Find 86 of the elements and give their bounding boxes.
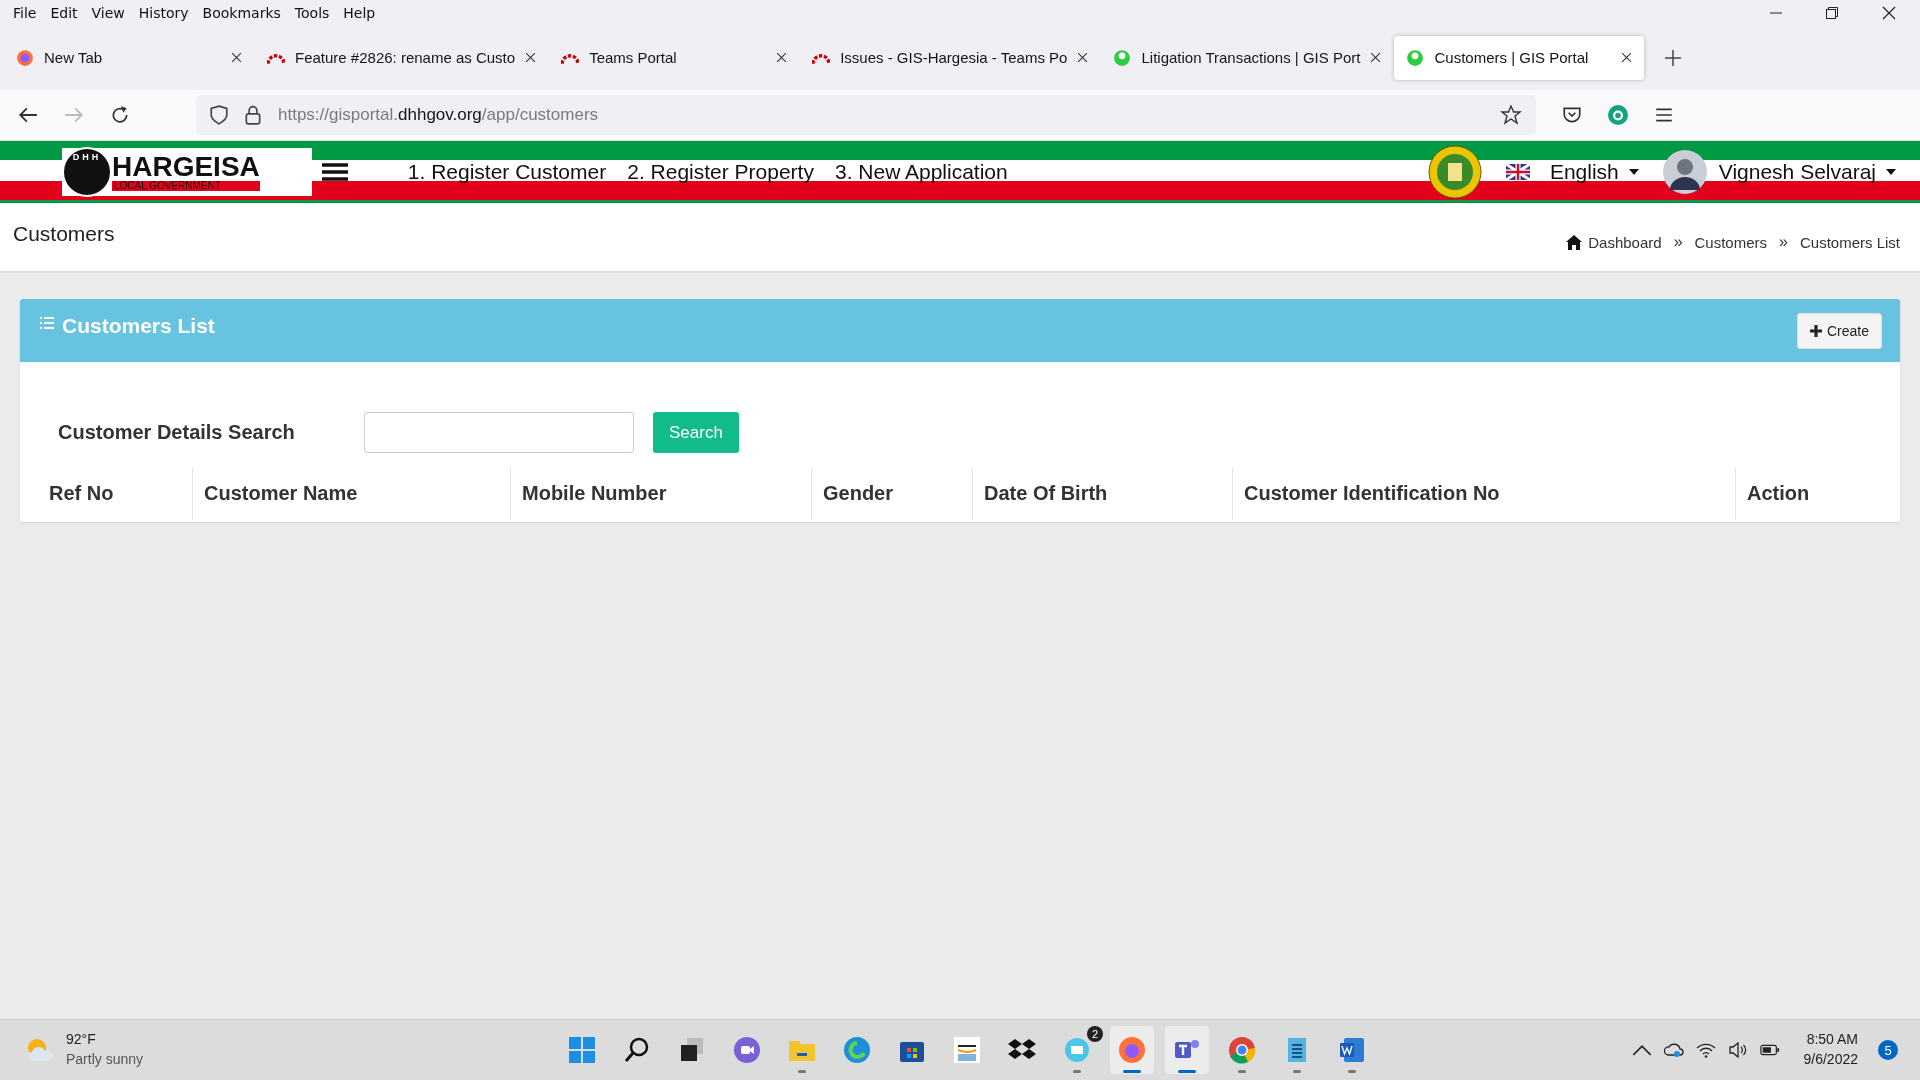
browser-tab[interactable]: Feature #2826: rename as Custo: [255, 35, 549, 80]
cloud-icon[interactable]: [1663, 1042, 1684, 1058]
nav-link[interactable]: 3. New Application: [834, 160, 1008, 184]
column-header: Mobile Number: [510, 468, 811, 520]
emblem-icon: [1427, 145, 1482, 199]
column-header: Gender: [811, 468, 972, 520]
task-view-icon: [678, 1036, 706, 1064]
menu-item[interactable]: History: [131, 4, 196, 21]
shield-icon: [210, 105, 228, 125]
video-chat-icon: [733, 1036, 761, 1064]
notification-count[interactable]: 5: [1878, 1040, 1898, 1060]
close-icon[interactable]: [525, 52, 537, 63]
star-icon[interactable]: [1500, 105, 1522, 125]
column-header: Customer Name: [192, 468, 510, 520]
panel-title: Customers List: [62, 313, 215, 338]
menu-item[interactable]: Help: [336, 4, 383, 21]
wifi-icon[interactable]: [1695, 1042, 1716, 1058]
url-text: https://gisportal.dhhgov.org/app/customers: [278, 105, 599, 125]
browser-tab[interactable]: Issues - GIS-Hargesia - Teams Po: [800, 35, 1101, 80]
browser-tab[interactable]: Litigation Transactions | GIS Port: [1101, 35, 1394, 80]
menu-item[interactable]: Bookmarks: [195, 4, 288, 21]
menu-item[interactable]: Tools: [287, 4, 337, 21]
search-label: Customer Details Search: [58, 421, 296, 444]
extension-icon[interactable]: [1608, 105, 1628, 125]
reload-icon[interactable]: [110, 105, 130, 125]
speaker-icon[interactable]: [1727, 1042, 1748, 1058]
nav-link[interactable]: 1. Register Customer: [407, 160, 607, 184]
notification-badge: 2: [1087, 1026, 1103, 1042]
menu-item[interactable]: View: [84, 4, 132, 21]
back-icon[interactable]: [18, 105, 38, 125]
menu-item[interactable]: File: [6, 4, 44, 21]
battery-icon[interactable]: [1759, 1042, 1780, 1058]
search-icon: [623, 1036, 651, 1064]
browser-tab[interactable]: Customers | GIS Portal: [1394, 35, 1645, 80]
browser-tab[interactable]: Teams Portal: [549, 35, 800, 80]
user-dropdown[interactable]: Vignesh Selvaraj: [1718, 160, 1876, 184]
close-icon[interactable]: [1882, 5, 1896, 20]
document-app-icon: [1338, 1036, 1366, 1064]
breadcrumb-separator: »: [1779, 233, 1788, 251]
language-dropdown[interactable]: English: [1549, 160, 1619, 184]
flag-icon: [1505, 164, 1530, 180]
close-icon[interactable]: [1370, 52, 1382, 63]
address-bar[interactable]: https://gisportal.dhhgov.org/app/customers: [196, 95, 1536, 135]
logo-title: HARGEISA: [112, 153, 260, 181]
plus-icon[interactable]: [1665, 49, 1682, 66]
close-icon[interactable]: [231, 52, 242, 63]
column-header: Date Of Birth: [972, 468, 1232, 520]
windows-logo-icon: [568, 1036, 596, 1064]
menu-icon[interactable]: [321, 163, 348, 181]
page-title: Customers: [13, 222, 115, 247]
browser-logo-icon: [1118, 1036, 1146, 1064]
home-icon: [1566, 234, 1583, 250]
close-icon[interactable]: [1621, 52, 1633, 63]
avatar-icon: [1662, 150, 1707, 194]
caret-icon[interactable]: [1628, 169, 1639, 175]
pocket-icon[interactable]: [1562, 105, 1582, 125]
list-icon: [40, 316, 54, 329]
clock[interactable]: 8:50 AM 9/6/2022: [1803, 1030, 1858, 1070]
browser-logo-icon: [16, 48, 34, 67]
close-icon[interactable]: [776, 52, 788, 63]
caret-icon[interactable]: [1886, 169, 1896, 175]
logo-subtitle: LOCAL GOVERNMENT: [112, 181, 260, 191]
browser-tab[interactable]: New Tab: [4, 35, 254, 80]
column-header: Ref No: [48, 481, 115, 506]
search-field[interactable]: [364, 412, 634, 453]
weather-condition: Partly sunny: [66, 1050, 144, 1069]
close-icon[interactable]: [1077, 52, 1089, 63]
browser-logo-icon: [843, 1036, 871, 1064]
menu-item[interactable]: Edit: [43, 4, 85, 21]
logo-emblem: DHH: [62, 147, 112, 197]
shopping-app-icon: [953, 1036, 981, 1064]
nav-link[interactable]: 2. Register Property: [627, 160, 814, 184]
column-header: Customer Identification No: [1232, 468, 1735, 520]
plus-icon: [1809, 324, 1822, 337]
breadcrumb-link[interactable]: Dashboard: [1588, 233, 1662, 251]
mail-icon: [1063, 1036, 1091, 1064]
lock-icon: [244, 105, 262, 125]
breadcrumb-separator: »: [1673, 233, 1683, 251]
browser-logo-icon: [1228, 1036, 1256, 1064]
column-header: Action: [1735, 468, 1900, 520]
create-button[interactable]: Create: [1796, 312, 1882, 349]
temperature-text: 92°F: [66, 1030, 97, 1050]
breadcrumb-link[interactable]: Customers List: [1799, 233, 1900, 251]
restore-icon[interactable]: [1826, 6, 1838, 19]
logo[interactable]: DHH HARGEISA LOCAL GOVERNMENT: [62, 148, 312, 196]
breadcrumb-link[interactable]: Customers: [1694, 233, 1768, 251]
